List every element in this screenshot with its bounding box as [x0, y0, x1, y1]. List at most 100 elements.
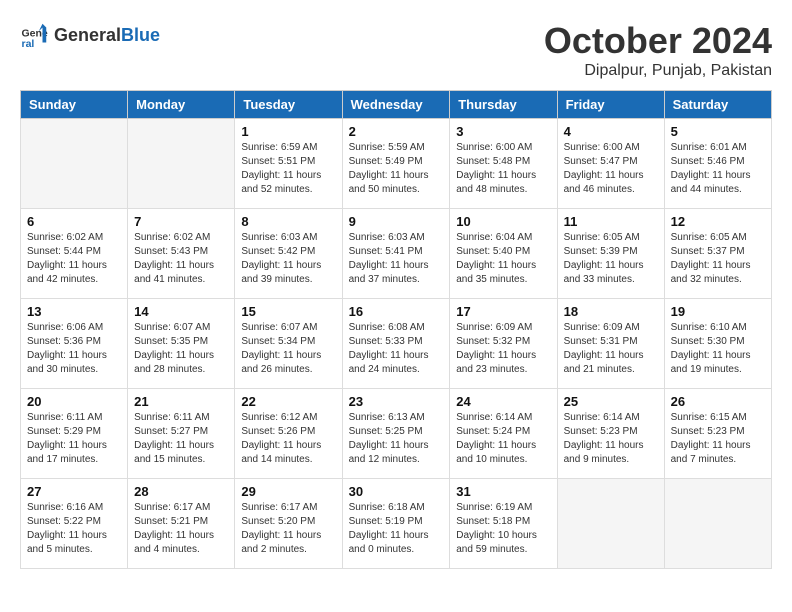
title-block: October 2024 Dipalpur, Punjab, Pakistan — [544, 20, 772, 80]
calendar-cell: 1 Sunrise: 6:59 AMSunset: 5:51 PMDaylight… — [235, 119, 342, 209]
weekday-header-wednesday: Wednesday — [342, 91, 450, 119]
day-info: Sunrise: 6:09 AMSunset: 5:31 PMDaylight:… — [564, 321, 658, 377]
day-info: Sunrise: 6:17 AMSunset: 5:20 PMDaylight:… — [241, 501, 335, 557]
calendar-cell: 15 Sunrise: 6:07 AMSunset: 5:34 PMDayligh… — [235, 299, 342, 389]
day-number: 17 — [456, 304, 550, 319]
day-info: Sunrise: 6:02 AMSunset: 5:44 PMDaylight:… — [27, 231, 121, 287]
svg-text:ral: ral — [22, 38, 35, 50]
weekday-header-monday: Monday — [128, 91, 235, 119]
day-info: Sunrise: 6:12 AMSunset: 5:26 PMDaylight:… — [241, 411, 335, 467]
calendar-cell: 19 Sunrise: 6:10 AMSunset: 5:30 PMDayligh… — [664, 299, 771, 389]
day-number: 31 — [456, 484, 550, 499]
weekday-header-sunday: Sunday — [21, 91, 128, 119]
calendar-cell: 27Sunrise: 6:16 AMSunset: 5:22 PMDayligh… — [21, 479, 128, 569]
calendar-cell: 18 Sunrise: 6:09 AMSunset: 5:31 PMDayligh… — [557, 299, 664, 389]
day-info: Sunrise: 6:18 AMSunset: 5:19 PMDaylight:… — [349, 501, 444, 557]
day-number: 24 — [456, 394, 550, 409]
day-info: Sunrise: 6:06 AMSunset: 5:36 PMDaylight:… — [27, 321, 121, 377]
calendar-cell: 12 Sunrise: 6:05 AMSunset: 5:37 PMDayligh… — [664, 209, 771, 299]
day-info: Sunrise: 6:13 AMSunset: 5:25 PMDaylight:… — [349, 411, 444, 467]
day-info: Sunrise: 6:05 AMSunset: 5:37 PMDaylight:… — [671, 231, 765, 287]
calendar-cell: 2Sunrise: 5:59 AMSunset: 5:49 PMDaylight… — [342, 119, 450, 209]
day-number: 30 — [349, 484, 444, 499]
calendar-cell: 6Sunrise: 6:02 AMSunset: 5:44 PMDaylight… — [21, 209, 128, 299]
day-number: 10 — [456, 214, 550, 229]
calendar-table: SundayMondayTuesdayWednesdayThursdayFrid… — [20, 90, 772, 569]
calendar-cell: 11 Sunrise: 6:05 AMSunset: 5:39 PMDayligh… — [557, 209, 664, 299]
calendar-cell: 21 Sunrise: 6:11 AMSunset: 5:27 PMDayligh… — [128, 389, 235, 479]
weekday-header-tuesday: Tuesday — [235, 91, 342, 119]
day-info: Sunrise: 6:11 AMSunset: 5:27 PMDaylight:… — [134, 411, 228, 467]
logo: Gene ral General Blue — [20, 20, 160, 50]
day-number: 25 — [564, 394, 658, 409]
day-number: 26 — [671, 394, 765, 409]
day-info: Sunrise: 6:59 AMSunset: 5:51 PMDaylight:… — [241, 141, 335, 197]
day-number: 29 — [241, 484, 335, 499]
day-number: 20 — [27, 394, 121, 409]
week-row-2: 6Sunrise: 6:02 AMSunset: 5:44 PMDaylight… — [21, 209, 772, 299]
calendar-cell: 28 Sunrise: 6:17 AMSunset: 5:21 PMDayligh… — [128, 479, 235, 569]
calendar-cell: 25Sunrise: 6:14 AMSunset: 5:23 PMDayligh… — [557, 389, 664, 479]
day-number: 3 — [456, 124, 550, 139]
day-number: 1 — [241, 124, 335, 139]
calendar-cell: 14 Sunrise: 6:07 AMSunset: 5:35 PMDayligh… — [128, 299, 235, 389]
day-info: Sunrise: 6:19 AMSunset: 5:18 PMDaylight:… — [456, 501, 550, 557]
day-info: Sunrise: 6:14 AMSunset: 5:24 PMDaylight:… — [456, 411, 550, 467]
calendar-cell: 30 Sunrise: 6:18 AMSunset: 5:19 PMDayligh… — [342, 479, 450, 569]
day-number: 4 — [564, 124, 658, 139]
calendar-cell: 22 Sunrise: 6:12 AMSunset: 5:26 PMDayligh… — [235, 389, 342, 479]
calendar-cell: 16 Sunrise: 6:08 AMSunset: 5:33 PMDayligh… — [342, 299, 450, 389]
day-info: Sunrise: 6:09 AMSunset: 5:32 PMDaylight:… — [456, 321, 550, 377]
day-number: 21 — [134, 394, 228, 409]
day-number: 18 — [564, 304, 658, 319]
calendar-cell: 24 Sunrise: 6:14 AMSunset: 5:24 PMDayligh… — [450, 389, 557, 479]
calendar-cell: 29 Sunrise: 6:17 AMSunset: 5:20 PMDayligh… — [235, 479, 342, 569]
day-info: Sunrise: 6:00 AMSunset: 5:48 PMDaylight:… — [456, 141, 550, 197]
day-number: 28 — [134, 484, 228, 499]
day-info: Sunrise: 6:07 AMSunset: 5:34 PMDaylight:… — [241, 321, 335, 377]
calendar-cell: 31 Sunrise: 6:19 AMSunset: 5:18 PMDayligh… — [450, 479, 557, 569]
calendar-cell: 5 Sunrise: 6:01 AMSunset: 5:46 PMDaylight… — [664, 119, 771, 209]
page-header: Gene ral General Blue October 2024 Dipal… — [20, 20, 772, 80]
day-number: 16 — [349, 304, 444, 319]
day-number: 14 — [134, 304, 228, 319]
calendar-cell — [557, 479, 664, 569]
day-number: 15 — [241, 304, 335, 319]
calendar-cell: 7Sunrise: 6:02 AMSunset: 5:43 PMDaylight… — [128, 209, 235, 299]
calendar-cell: 23Sunrise: 6:13 AMSunset: 5:25 PMDayligh… — [342, 389, 450, 479]
calendar-cell: 13Sunrise: 6:06 AMSunset: 5:36 PMDayligh… — [21, 299, 128, 389]
calendar-cell: 10 Sunrise: 6:04 AMSunset: 5:40 PMDayligh… — [450, 209, 557, 299]
day-number: 2 — [349, 124, 444, 139]
week-row-1: 1 Sunrise: 6:59 AMSunset: 5:51 PMDaylight… — [21, 119, 772, 209]
calendar-cell: 3 Sunrise: 6:00 AMSunset: 5:48 PMDaylight… — [450, 119, 557, 209]
day-number: 12 — [671, 214, 765, 229]
weekday-header-row: SundayMondayTuesdayWednesdayThursdayFrid… — [21, 91, 772, 119]
day-info: Sunrise: 6:17 AMSunset: 5:21 PMDaylight:… — [134, 501, 228, 557]
week-row-4: 20 Sunrise: 6:11 AMSunset: 5:29 PMDayligh… — [21, 389, 772, 479]
day-number: 11 — [564, 214, 658, 229]
day-info: Sunrise: 6:10 AMSunset: 5:30 PMDaylight:… — [671, 321, 765, 377]
calendar-cell: 8Sunrise: 6:03 AMSunset: 5:42 PMDaylight… — [235, 209, 342, 299]
day-number: 27 — [27, 484, 121, 499]
day-number: 22 — [241, 394, 335, 409]
logo-general-text: General — [54, 25, 121, 46]
day-number: 5 — [671, 124, 765, 139]
week-row-5: 27Sunrise: 6:16 AMSunset: 5:22 PMDayligh… — [21, 479, 772, 569]
calendar-cell: 20 Sunrise: 6:11 AMSunset: 5:29 PMDayligh… — [21, 389, 128, 479]
day-info: Sunrise: 6:11 AMSunset: 5:29 PMDaylight:… — [27, 411, 121, 467]
day-info: Sunrise: 6:05 AMSunset: 5:39 PMDaylight:… — [564, 231, 658, 287]
calendar-cell — [21, 119, 128, 209]
day-info: Sunrise: 6:01 AMSunset: 5:46 PMDaylight:… — [671, 141, 765, 197]
weekday-header-friday: Friday — [557, 91, 664, 119]
day-info: Sunrise: 6:07 AMSunset: 5:35 PMDaylight:… — [134, 321, 228, 377]
logo-icon: Gene ral — [20, 20, 50, 50]
day-number: 9 — [349, 214, 444, 229]
day-info: Sunrise: 6:15 AMSunset: 5:23 PMDaylight:… — [671, 411, 765, 467]
month-title: October 2024 — [544, 20, 772, 62]
weekday-header-thursday: Thursday — [450, 91, 557, 119]
day-info: Sunrise: 6:08 AMSunset: 5:33 PMDaylight:… — [349, 321, 444, 377]
day-info: Sunrise: 6:04 AMSunset: 5:40 PMDaylight:… — [456, 231, 550, 287]
location-title: Dipalpur, Punjab, Pakistan — [544, 62, 772, 80]
calendar-cell — [128, 119, 235, 209]
day-number: 19 — [671, 304, 765, 319]
